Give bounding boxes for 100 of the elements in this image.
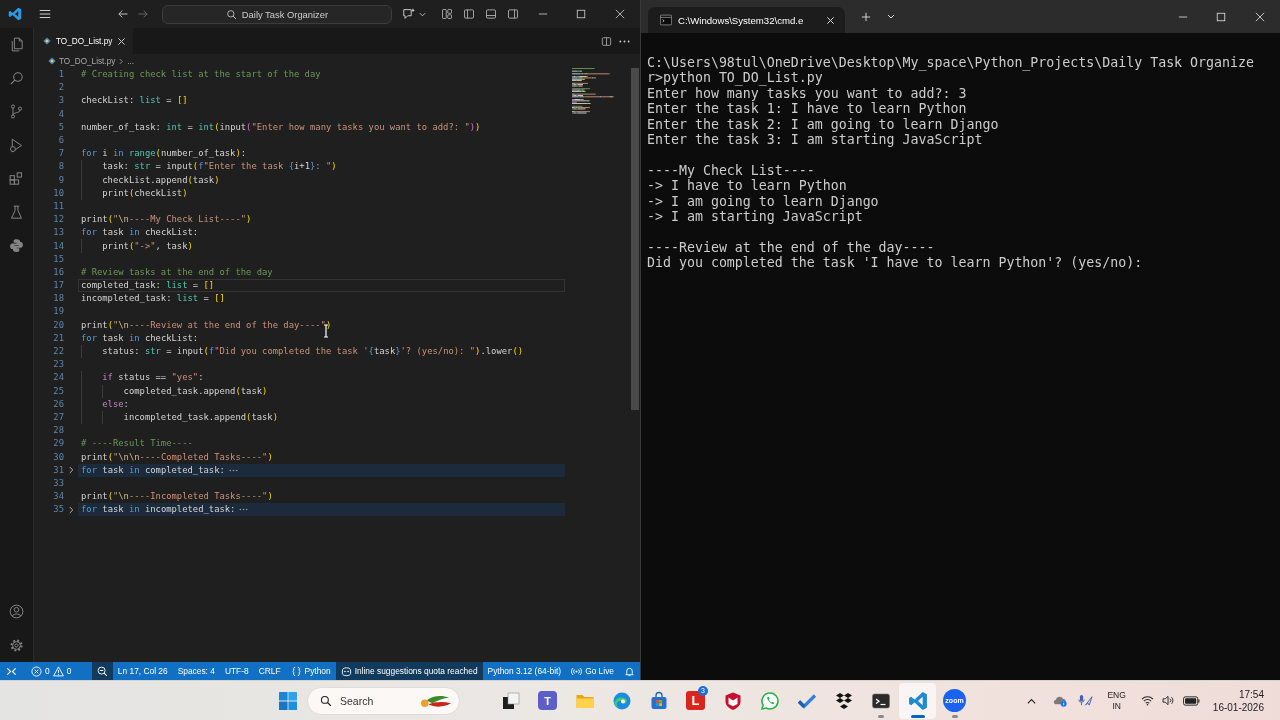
app-logo: T (538, 691, 557, 710)
ellipsis-icon[interactable] (239, 508, 249, 512)
sidebar-left-icon[interactable] (463, 8, 475, 20)
breadcrumb-item[interactable]: ... (127, 56, 135, 66)
sidebar-right-icon[interactable] (507, 8, 519, 20)
terminal-line: ----My Check List---- (647, 162, 815, 178)
plus-icon[interactable] (861, 11, 871, 22)
line-number: 13 (53, 227, 64, 239)
go-live-button[interactable]: Go Live (566, 662, 619, 680)
taskbar-app-button[interactable]: T (529, 682, 566, 719)
status-bar-item[interactable]: Spaces: 4 (172, 662, 220, 680)
start-icon[interactable] (278, 690, 298, 711)
command-center[interactable]: Daily Task Organizer (162, 4, 392, 24)
close-icon[interactable] (615, 9, 625, 19)
close-icon[interactable] (1255, 11, 1265, 22)
close-icon[interactable] (117, 36, 127, 46)
scrollbar-thumb[interactable] (631, 68, 639, 410)
python-file-icon (43, 37, 51, 45)
line-number: 25 (53, 385, 64, 397)
terminal-line: Enter the task 2: I am going to learn Django (647, 116, 999, 132)
diamonds-icon (833, 690, 854, 711)
more-icon[interactable] (618, 39, 630, 43)
code-line: completed_task.append(task) (123, 385, 268, 397)
chat-sparkle-icon[interactable] (402, 7, 416, 21)
chevron-right-icon[interactable] (68, 466, 74, 475)
account-icon[interactable] (8, 603, 25, 621)
editor-tab[interactable]: TO_DO_List.py (34, 28, 134, 54)
code-line: for task in checkList: (81, 332, 199, 344)
chili-pepper-icon (419, 693, 453, 708)
line-number: 20 (53, 319, 64, 331)
forward-arrow-icon[interactable] (137, 8, 149, 20)
code-line: task: str = input(f"Enter the task {i+1}: ") (102, 161, 337, 173)
flask-icon[interactable] (8, 203, 25, 221)
line-number: 14 (53, 240, 64, 252)
line-number: 10 (53, 187, 64, 199)
ellipsis-icon[interactable] (228, 468, 238, 472)
copilot-icon (340, 665, 352, 677)
code-line: else: (102, 398, 129, 410)
wifi-icon[interactable] (1140, 695, 1154, 706)
copilot-status-button[interactable]: Inline suggestions quota reached (335, 662, 483, 680)
line-number: 12 (53, 214, 64, 226)
panel-icon[interactable] (485, 8, 497, 20)
search-field[interactable]: Search (307, 686, 460, 715)
line-number: 5 (58, 121, 64, 133)
menu-icon[interactable] (38, 7, 52, 21)
line-number: 35 (53, 504, 64, 516)
terminal-tab[interactable]: C:\Windows\System32\cmd.e (648, 7, 845, 33)
status-bar-item[interactable]: Ln 17, Col 26 (112, 662, 173, 680)
error-icon (31, 665, 42, 677)
line-number: 9 (58, 174, 64, 186)
code-line: status: str = input(f"Did you completed the task '{task}'? (yes/no): ").lower() (102, 346, 524, 358)
clock-button[interactable]: 17:54 16-01-2026 (1212, 687, 1264, 714)
code-line: incompleted_task: list = [] (81, 293, 225, 305)
code-line: completed_task: list = [] (81, 280, 215, 292)
back-arrow-icon[interactable] (117, 8, 129, 20)
code-line: # Review tasks at the end of the day (81, 266, 273, 278)
split-editor-icon[interactable] (600, 35, 612, 47)
terminal-line: ----Review at the end of the day---- (647, 239, 935, 255)
extensions-icon[interactable] (8, 170, 25, 188)
code-line: number_of_task: int = int(input("Enter how many tasks you want to add?: ")) (81, 121, 481, 133)
chevron-up-icon[interactable] (1026, 696, 1038, 705)
terminal-line: -> I have to learn Python (647, 178, 847, 194)
line-number: 26 (53, 398, 64, 410)
battery-icon[interactable] (1182, 695, 1200, 706)
chevron-down-icon[interactable] (419, 11, 426, 17)
status-bar-item[interactable]: Python 3.12 (64-bit) (482, 662, 567, 680)
search-icon[interactable] (8, 69, 25, 87)
language-mode-button[interactable]: Python (285, 662, 336, 680)
code-line: for task in completed_task: (81, 464, 225, 476)
python-icon[interactable] (8, 237, 25, 255)
close-icon[interactable] (826, 15, 835, 25)
line-number: 19 (53, 306, 64, 318)
microphone-icon[interactable] (1077, 694, 1095, 707)
zoom-button[interactable] (91, 662, 113, 680)
code-line: print("\n----My Check List----") (81, 214, 252, 226)
run-debug-icon[interactable] (8, 136, 25, 154)
problems-button[interactable]: 0 0 (26, 662, 77, 680)
terminal-line: Enter the task 3: I am starting JavaScript (647, 131, 983, 147)
cloud-icon[interactable] (1051, 694, 1069, 707)
line-number: 3 (58, 95, 64, 107)
maximize-icon[interactable] (1216, 11, 1226, 22)
breadcrumb-item[interactable]: TO_DO_List.py (59, 56, 116, 66)
chevron-right-icon[interactable] (68, 505, 74, 514)
swirl-icon (611, 690, 632, 711)
language-indicator[interactable]: ENG IN (1103, 689, 1141, 712)
line-number: 31 (53, 464, 64, 476)
task-view-icon (500, 690, 521, 711)
source-control-icon[interactable] (8, 103, 25, 121)
layout-icon[interactable] (441, 8, 453, 20)
code-line: print(checkList) (102, 187, 188, 199)
line-number: 2 (58, 82, 64, 94)
line-number: 27 (53, 411, 64, 423)
volume-icon[interactable] (1161, 695, 1175, 706)
code-line: print("\n----Incompleted Tasks----") (81, 491, 273, 503)
status-bar-item[interactable]: UTF-8 (219, 662, 254, 680)
chevron-down-icon[interactable] (887, 14, 895, 19)
app-logo-icon (8, 7, 22, 21)
status-bar-item[interactable]: CRLF (253, 662, 286, 680)
terminal-line: Enter the task 1: I have to learn Python (647, 101, 967, 117)
maximize-icon[interactable] (576, 9, 586, 19)
